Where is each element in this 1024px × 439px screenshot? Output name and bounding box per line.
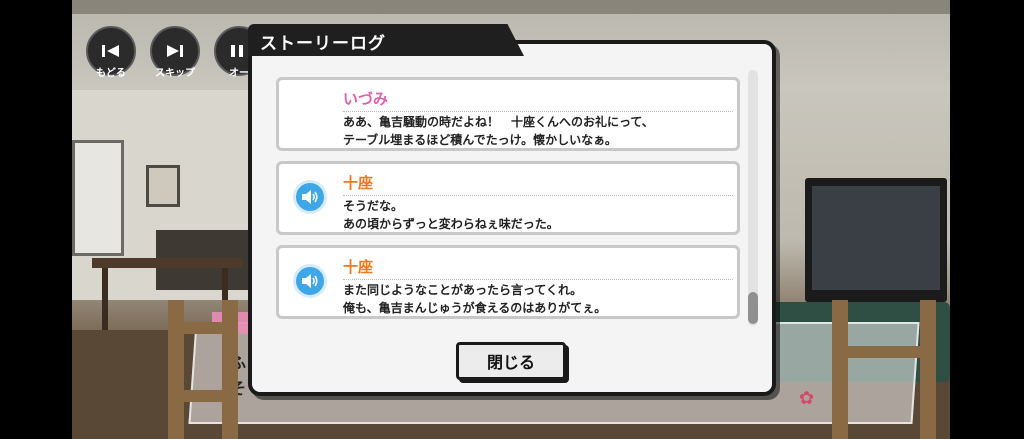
log-text-line: ああ、亀吉騒動の時だよね！ 十座くんへのお礼にって、 [343,115,654,129]
close-button[interactable]: 閉じる [456,342,566,380]
skip-label: スキップ [155,68,195,79]
back-button[interactable]: もどる [83,26,139,79]
log-text-line: 俺も、亀吉まんじゅうが食えるのはありがてぇ。 [343,301,607,315]
log-text-line: また同じようなことがあったら言ってくれ。 [343,283,583,297]
log-entry: いづみ ああ、亀吉騒動の時だよね！ 十座くんへのお礼にって、 テーブル埋まるほど… [276,77,740,151]
log-text-line: テーブル埋まるほど積んでたっけ。懐かしいなぁ。 [343,133,617,147]
back-label: もどる [96,68,126,79]
voice-play-button[interactable] [293,180,327,214]
bunk-rail [168,322,238,334]
tv-screen [812,186,940,290]
doorway [72,140,124,256]
speaker-name: 十座 [343,172,733,196]
wall-picture [146,165,180,207]
bunk-post [168,300,184,439]
bunk-post [832,300,848,439]
bunk-post [920,300,936,439]
ceiling [72,0,950,14]
bunk-post [222,300,238,439]
log-list[interactable]: いづみ ああ、亀吉騒動の時だよね！ 十座くんへのお礼にって、 テーブル埋まるほど… [260,66,764,330]
log-entry: 十座 そうだな。 あの頃からずっと変わらねぇ味だった。 [276,161,740,235]
flower-icon: ✿ [799,388,815,409]
speaker-icon [302,190,318,204]
log-text-line: そうだな。 [343,199,404,213]
skip-button[interactable]: スキップ [147,26,203,79]
speaker-name: いづみ [343,88,733,112]
voice-play-button[interactable] [293,264,327,298]
story-log-title-bar: ストーリーログ [248,24,524,56]
log-text-line: あの頃からずっと変わらねぇ味だった。 [343,217,559,231]
dialog-title: ストーリーログ [260,34,386,54]
bunk-rail [832,346,936,358]
scrollbar-track[interactable] [748,70,758,326]
dining-table [92,258,242,268]
speaker-icon [302,274,318,288]
speaker-name: 十座 [343,256,733,280]
log-entry: 十座 また同じようなことがあったら言ってくれ。 俺も、亀吉まんじゅうが食えるのは… [276,245,740,319]
bunk-rail [168,390,238,402]
scrollbar-thumb[interactable] [748,292,758,324]
